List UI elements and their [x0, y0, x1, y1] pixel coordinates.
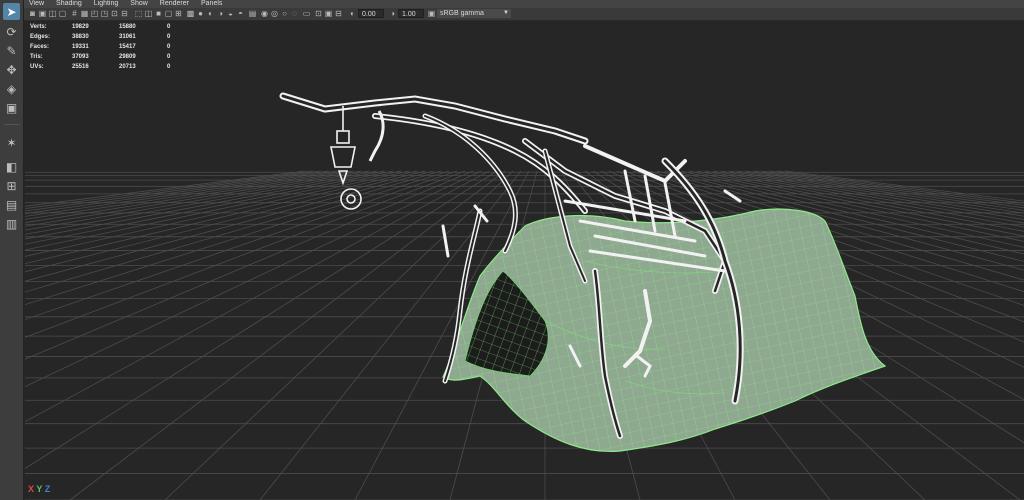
hud-icon[interactable]: ⊡ — [314, 9, 323, 18]
shadows-icon[interactable]: ◐ — [206, 9, 215, 18]
hud-row-verts: Verts: 19829 15880 0 — [30, 24, 171, 30]
menu-lighting[interactable]: Lighting — [89, 0, 126, 8]
motion-blur-icon[interactable]: ◒ — [226, 9, 235, 18]
flat-shade-icon[interactable]: ■ — [154, 9, 163, 18]
menu-show[interactable]: Show — [125, 0, 155, 8]
menu-panels[interactable]: Panels — [196, 0, 229, 8]
gamma-icon[interactable]: ◑ — [388, 9, 397, 18]
backface-culling-icon[interactable]: ▭ — [302, 9, 311, 18]
toolbox-divider — [4, 124, 20, 125]
axis-y-label: Y — [36, 484, 43, 494]
rotate-icon[interactable]: ◈ — [3, 80, 20, 97]
gamma-field[interactable]: 1.00 — [398, 9, 424, 18]
axis-z-label: Z — [44, 484, 51, 494]
poly-count-hud: Verts: 19829 15880 0 Edges: 38830 31061 … — [30, 22, 177, 72]
single-pane-icon[interactable]: ◧ — [3, 158, 20, 175]
chevron-down-icon: ▼ — [503, 10, 509, 16]
hud-row-edges: Edges: 38830 31061 0 — [30, 34, 171, 40]
panel-menu-bar: View Shading Lighting Show Renderer Pane… — [24, 0, 1024, 8]
hud-row-uvs: UVs: 25516 20713 0 — [30, 64, 171, 70]
soft-select-icon[interactable]: ✶ — [3, 134, 20, 151]
viewport[interactable] — [25, 21, 1024, 500]
smooth-shade-icon[interactable]: ◫ — [144, 9, 153, 18]
safe-action-icon[interactable]: ⊟ — [120, 9, 129, 18]
paint-select-icon[interactable]: ✎ — [3, 42, 20, 59]
bookmark-icon[interactable]: ◫ — [48, 9, 57, 18]
view-transform-icon[interactable]: ▣ — [427, 9, 436, 18]
select-camera-icon[interactable]: ◙ — [28, 9, 37, 18]
color-space-select[interactable]: sRGB gamma ▼ — [437, 9, 511, 18]
xray-icon[interactable]: ◎ — [270, 9, 279, 18]
exposure-field[interactable]: 0.00 — [358, 9, 384, 18]
grid-icon[interactable]: # — [70, 9, 79, 18]
anti-aliasing-icon[interactable]: ◓ — [236, 9, 245, 18]
wireframe-icon[interactable]: ⬚ — [134, 9, 143, 18]
color-management-icon[interactable]: ▣ — [324, 9, 333, 18]
textured-icon[interactable]: ▩ — [186, 9, 195, 18]
xray-components-icon[interactable]: ◌ — [290, 9, 299, 18]
gate-mask-icon[interactable]: ◳ — [100, 9, 109, 18]
film-gate-icon[interactable]: ▦ — [80, 9, 89, 18]
resolution-gate-icon[interactable]: ◰ — [90, 9, 99, 18]
ambient-occlusion-icon[interactable]: ◑ — [216, 9, 225, 18]
move-icon[interactable]: ✥ — [3, 61, 20, 78]
menu-shading[interactable]: Shading — [51, 0, 89, 8]
use-all-lights-icon[interactable]: ● — [196, 9, 205, 18]
camera-attributes-icon[interactable]: ▣ — [38, 9, 47, 18]
four-pane-icon[interactable]: ⊞ — [3, 177, 20, 194]
two-pane-icon[interactable]: ▤ — [3, 196, 20, 213]
hud-row-tris: Tris: 37093 29809 0 — [30, 54, 171, 60]
bounding-box-icon[interactable]: ▢ — [164, 9, 173, 18]
image-plane-icon[interactable]: ▢ — [58, 9, 67, 18]
hud-row-faces: Faces: 19331 15417 0 — [30, 44, 171, 50]
toolbox: ➤ ⟳ ✎ ✥ ◈ ▣ ✶ ◧ ⊞ ▤ ▥ — [0, 0, 24, 500]
view-axis-gizmo: X Y Z — [28, 484, 50, 494]
xray-joints-icon[interactable]: ○ — [280, 9, 289, 18]
axis-x-label: X — [28, 484, 35, 494]
viewport-settings-icon[interactable]: ⊟ — [334, 9, 343, 18]
lasso-icon[interactable]: ⟳ — [3, 23, 20, 40]
select-arrow-icon[interactable]: ➤ — [3, 3, 20, 20]
panel-toolbar: ◙ ▣ ◫ ▢ # ▦ ◰ ◳ ⊡ ⊟ ⬚ ◫ ■ ▢ ⊞ ▩ ● ◐ ◑ ◒ … — [24, 8, 1024, 21]
outliner-pane-icon[interactable]: ▥ — [3, 215, 20, 232]
menu-renderer[interactable]: Renderer — [155, 0, 196, 8]
field-chart-icon[interactable]: ⊡ — [110, 9, 119, 18]
color-space-value: sRGB gamma — [440, 10, 484, 17]
isolate-select-icon[interactable]: ◉ — [260, 9, 269, 18]
scale-icon[interactable]: ▣ — [3, 99, 20, 116]
depth-of-field-icon[interactable]: ▤ — [248, 9, 257, 18]
exposure-icon[interactable]: ◐ — [348, 9, 357, 18]
wireframe-on-shaded-icon[interactable]: ⊞ — [174, 9, 183, 18]
menu-view[interactable]: View — [24, 0, 51, 8]
